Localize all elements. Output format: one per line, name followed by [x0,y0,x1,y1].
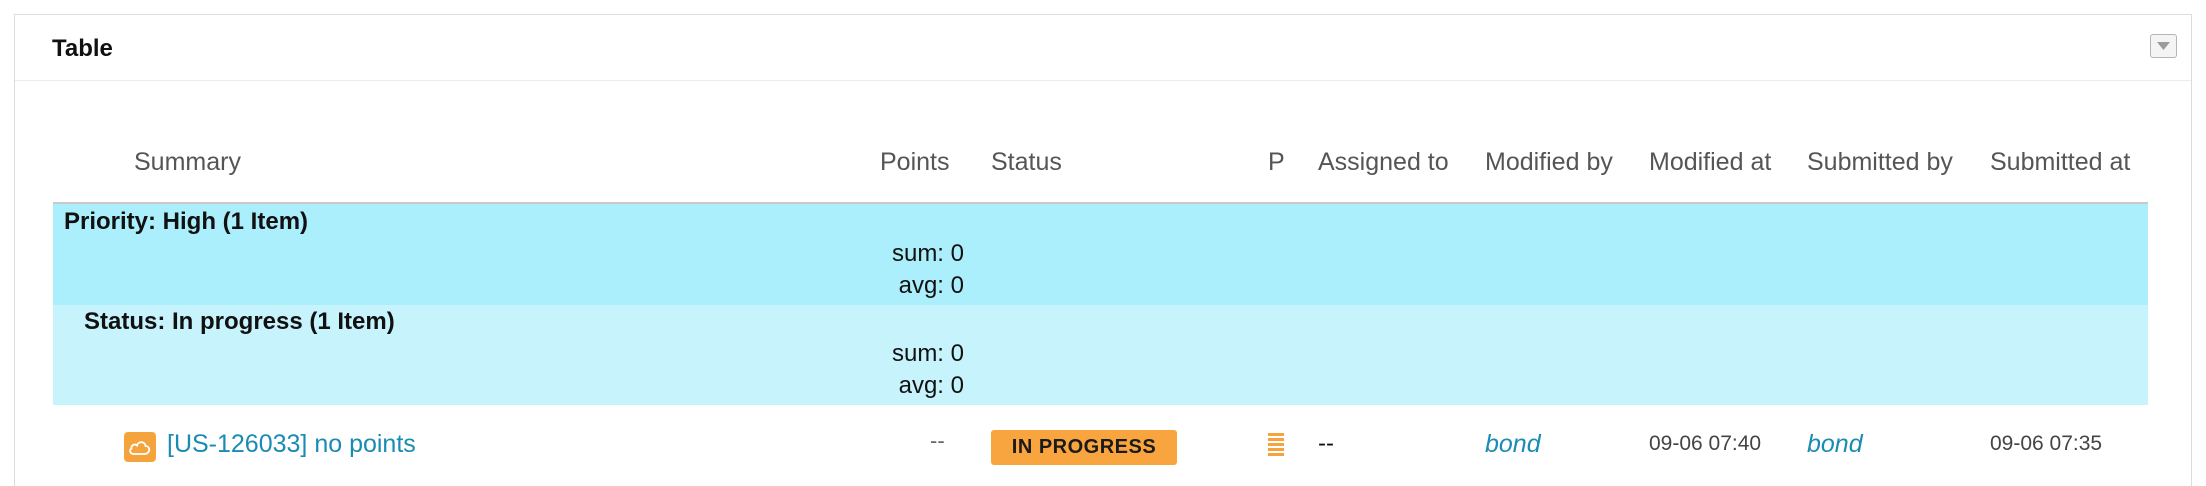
subgroup-sum: sum: 0 [891,340,964,367]
group-title-status: Status: In progress (1 Item) [84,308,395,335]
user-story-icon [124,432,156,462]
submitted-by-link[interactable]: bond [1807,430,1863,459]
column-header-modified-at[interactable]: Modified at [1649,148,1771,177]
column-header-summary[interactable]: Summary [134,148,241,177]
collapse-button[interactable] [2150,34,2177,58]
assigned-to-value: -- [1318,430,1334,457]
submitted-at-value: 09-06 07:35 [1990,432,2103,455]
priority-high-icon [1268,433,1284,459]
chevron-down-icon [2157,42,2170,50]
item-summary-link[interactable]: [US-126033] no points [167,430,416,459]
group-avg: avg: 0 [898,272,964,299]
column-header-status[interactable]: Status [991,148,1062,177]
column-header-priority[interactable]: P [1268,148,1285,177]
subgroup-avg: avg: 0 [898,372,964,399]
panel-title: Table [52,35,113,62]
column-header-submitted-at[interactable]: Submitted at [1990,148,2130,177]
panel-header: Table [15,15,2191,81]
modified-at-value: 09-06 07:40 [1649,432,1762,455]
column-header-modified-by[interactable]: Modified by [1485,148,1613,177]
column-header-assigned-to[interactable]: Assigned to [1318,148,1449,177]
status-badge[interactable]: IN PROGRESS [991,430,1177,465]
group-sum: sum: 0 [891,240,964,267]
column-header-submitted-by[interactable]: Submitted by [1807,148,1953,177]
group-title-priority: Priority: High (1 Item) [64,208,309,235]
group-row-priority[interactable] [53,204,2148,305]
modified-by-link[interactable]: bond [1485,430,1541,459]
column-header-points[interactable]: Points [880,148,949,177]
points-value: -- [930,428,945,453]
